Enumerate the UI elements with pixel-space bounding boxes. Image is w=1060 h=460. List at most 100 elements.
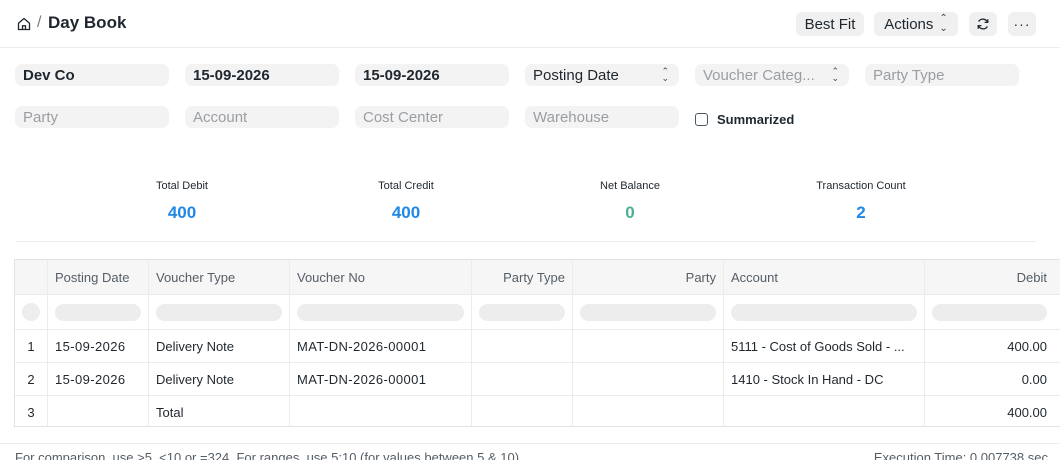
cell-voucher-no[interactable]: MAT-DN-2026-00001 <box>290 363 472 395</box>
to-date-field[interactable]: 15-09-2026 <box>355 64 509 86</box>
from-date-field[interactable]: 15-09-2026 <box>185 64 339 86</box>
table-total-row: 3 Total 400.00 <box>15 396 1060 426</box>
cell-voucher-no <box>290 396 472 426</box>
summary-label: Net Balance <box>600 180 660 192</box>
best-fit-label: Best Fit <box>804 15 856 33</box>
summary-total-credit: Total Credit 400 <box>306 180 506 223</box>
filter-cell-index <box>15 295 48 329</box>
row-index-header <box>15 260 48 294</box>
summary-label: Total Debit <box>156 180 208 192</box>
cell-debit[interactable]: 400.00 <box>925 330 1060 362</box>
cell-account-text: 1410 - Stock In Hand - DC <box>731 371 884 387</box>
column-header-account[interactable]: Account <box>724 260 925 294</box>
voucher-category-placeholder: Voucher Categ... <box>703 66 815 84</box>
cell-party-type <box>472 396 573 426</box>
party-type-field[interactable]: Party Type <box>865 64 1019 86</box>
summary-label: Transaction Count <box>816 180 906 192</box>
summarized-checkbox[interactable] <box>695 113 708 126</box>
row-index: 3 <box>15 396 48 426</box>
breadcrumb-separator: / <box>37 14 42 31</box>
filter-input-party[interactable] <box>580 303 716 321</box>
report-table: Posting Date Voucher Type Voucher No Par… <box>14 259 1060 427</box>
filter-cell <box>290 295 472 329</box>
home-icon[interactable] <box>16 16 32 32</box>
cell-party-type[interactable] <box>472 363 573 395</box>
chevron-up-down-icon: ⌃ ⌄ <box>939 13 948 34</box>
page-header: / Day Book Best Fit Actions ⌃ ⌄ ··· <box>0 0 1060 48</box>
cell-account[interactable]: 1410 - Stock In Hand - DC <box>724 363 925 395</box>
summarized-label: Summarized <box>717 112 795 127</box>
cell-account <box>724 396 925 426</box>
chevron-up-down-icon: ⌃ ⌄ <box>831 66 839 83</box>
actions-label: Actions <box>884 15 934 33</box>
cell-party[interactable] <box>573 363 724 395</box>
filter-cell <box>472 295 573 329</box>
summary-net-balance: Net Balance 0 <box>530 180 730 223</box>
chevron-up-down-icon: ⌃ ⌄ <box>661 66 669 83</box>
actions-button[interactable]: Actions ⌃ ⌄ <box>874 12 958 36</box>
date-type-value: Posting Date <box>533 66 619 84</box>
column-header-voucher-no[interactable]: Voucher No <box>290 260 472 294</box>
refresh-icon <box>977 18 989 30</box>
cell-party[interactable] <box>573 330 724 362</box>
party-field[interactable]: Party <box>15 106 169 128</box>
account-field[interactable]: Account <box>185 106 339 128</box>
more-options-button[interactable]: ··· <box>1008 12 1036 36</box>
filter-hint: For comparison, use >5, <10 or =324. For… <box>15 450 523 460</box>
cell-party-type[interactable] <box>472 330 573 362</box>
summary-value: 0 <box>625 203 635 222</box>
filter-input-voucher-no[interactable] <box>297 303 464 321</box>
cell-voucher-type[interactable]: Delivery Note <box>149 363 290 395</box>
filter-cell <box>149 295 290 329</box>
summary-value: 400 <box>167 203 197 222</box>
column-header-posting-date[interactable]: Posting Date <box>48 260 149 294</box>
page-title: Day Book <box>48 13 127 32</box>
summary-total-debit: Total Debit 400 <box>82 180 282 223</box>
summary-label: Total Credit <box>378 180 434 192</box>
filter-input-voucher-type[interactable] <box>156 303 282 321</box>
column-header-debit[interactable]: Debit <box>925 260 1060 294</box>
refresh-button[interactable] <box>969 12 997 36</box>
column-header-party[interactable]: Party <box>573 260 724 294</box>
cell-debit-total: 400.00 <box>1007 404 1047 420</box>
company-field[interactable]: Dev Co <box>15 64 169 86</box>
cell-posting-date[interactable]: 15-09-2026 <box>48 363 149 395</box>
table-header-row: Posting Date Voucher Type Voucher No Par… <box>15 260 1060 295</box>
column-filter-row <box>15 295 1060 330</box>
cell-total-label: Total <box>149 396 290 426</box>
column-header-voucher-type[interactable]: Voucher Type <box>149 260 290 294</box>
execution-time: Execution Time: 0.007738 sec <box>873 450 1048 460</box>
cell-voucher-no[interactable]: MAT-DN-2026-00001 <box>290 330 472 362</box>
footer-divider <box>0 443 1060 444</box>
filter-input-posting-date[interactable] <box>55 303 141 321</box>
row-index: 1 <box>15 330 48 362</box>
filter-cell <box>573 295 724 329</box>
cell-posting-date[interactable]: 15-09-2026 <box>48 330 149 362</box>
filter-input-party-type[interactable] <box>479 303 565 321</box>
date-type-select[interactable]: Posting Date ⌃ ⌄ <box>525 64 679 86</box>
filter-cell <box>925 295 1060 329</box>
more-icon: ··· <box>1013 16 1031 32</box>
table-row[interactable]: 2 15-09-2026 Delivery Note MAT-DN-2026-0… <box>15 363 1060 396</box>
best-fit-button[interactable]: Best Fit <box>796 12 864 36</box>
cell-voucher-type[interactable]: Delivery Note <box>149 330 290 362</box>
summary-transaction-count: Transaction Count 2 <box>761 180 961 223</box>
cell-account[interactable]: 5111 - Cost of Goods Sold - ... <box>724 330 925 362</box>
summarized-toggle[interactable]: Summarized <box>695 112 794 127</box>
column-header-party-type[interactable]: Party Type <box>472 260 573 294</box>
cell-party <box>573 396 724 426</box>
table-row[interactable]: 1 15-09-2026 Delivery Note MAT-DN-2026-0… <box>15 330 1060 363</box>
summary-value: 400 <box>391 203 421 222</box>
cell-debit[interactable]: 0.00 <box>925 363 1060 395</box>
row-index: 2 <box>15 363 48 395</box>
summary-value: 2 <box>856 203 866 222</box>
filter-input-account[interactable] <box>731 303 917 321</box>
voucher-category-select[interactable]: Voucher Categ... ⌃ ⌄ <box>695 64 849 86</box>
report-summary: Total Debit 400 Total Credit 400 Net Bal… <box>16 168 1036 242</box>
cost-center-field[interactable]: Cost Center <box>355 106 509 128</box>
filter-cell <box>724 295 925 329</box>
filter-input-debit[interactable] <box>932 303 1047 321</box>
warehouse-field[interactable]: Warehouse <box>525 106 679 128</box>
select-all-toggle[interactable] <box>22 303 40 321</box>
filter-cell <box>48 295 149 329</box>
